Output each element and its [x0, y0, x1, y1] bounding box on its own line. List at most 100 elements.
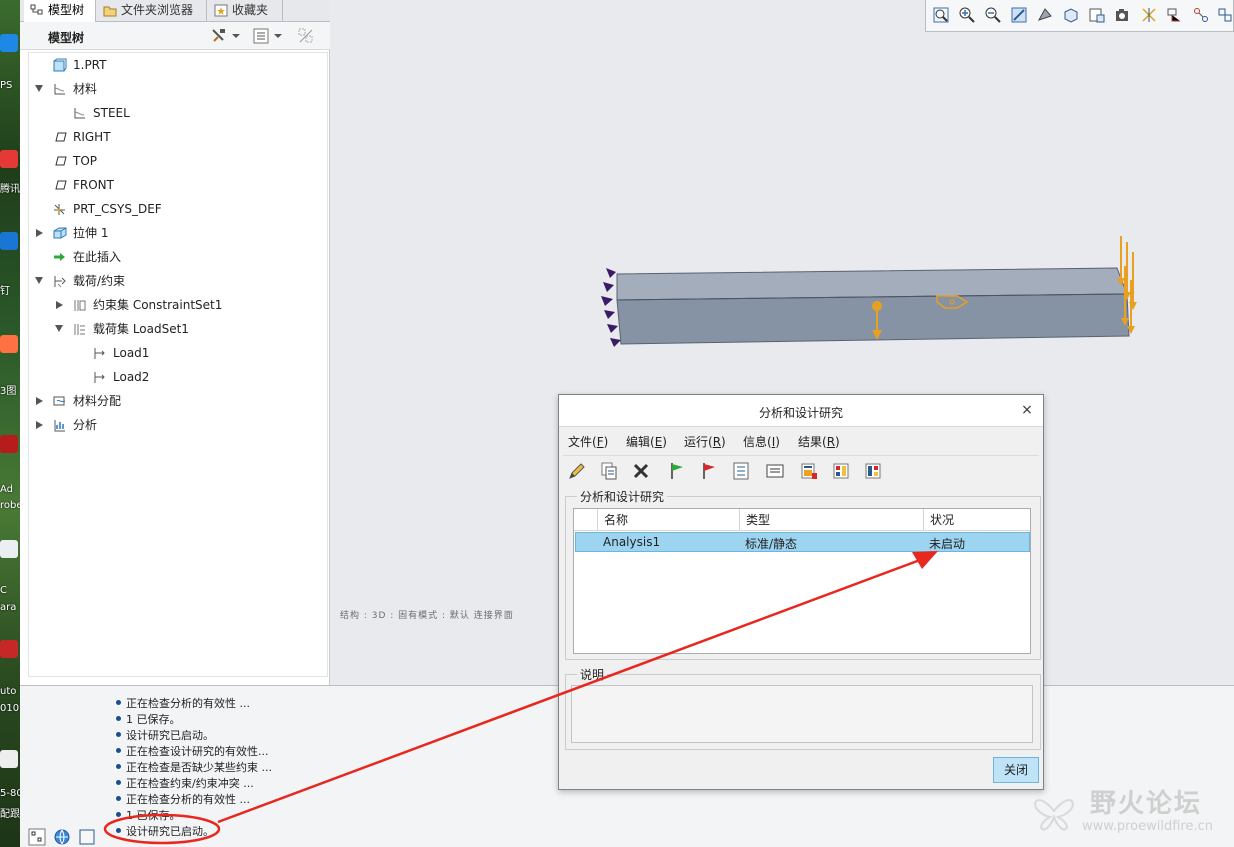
part-icon — [53, 58, 67, 72]
collapse-toggle-icon[interactable] — [36, 421, 43, 429]
table-row[interactable]: Analysis1 标准/静态 未启动 — [575, 532, 1030, 552]
tree-filter-disabled-icon[interactable] — [297, 27, 315, 45]
annotation-display-icon[interactable] — [1166, 6, 1184, 24]
chevron-down-icon[interactable] — [273, 27, 283, 45]
tree-node-label: RIGHT — [73, 130, 111, 144]
tree-node[interactable]: Load1 — [73, 343, 323, 363]
copy-icon[interactable] — [599, 461, 619, 481]
expand-toggle-icon[interactable] — [35, 85, 43, 92]
row-type: 标准/静态 — [745, 537, 798, 551]
tab-folder-browser[interactable]: 文件夹浏览器 — [97, 0, 207, 22]
start-run-flag-icon[interactable] — [667, 461, 687, 481]
loads-icon — [54, 276, 66, 288]
tree-node[interactable]: STEEL — [53, 103, 323, 123]
tree-node[interactable]: Load2 — [73, 367, 323, 387]
delete-icon[interactable] — [631, 461, 651, 481]
stop-run-flag-icon[interactable] — [699, 461, 719, 481]
tree-settings-icon[interactable] — [210, 27, 228, 45]
menu-file[interactable]: 文件(F) — [568, 433, 608, 450]
show-filter-icon[interactable] — [252, 27, 270, 45]
desktop-icon[interactable] — [0, 540, 18, 558]
datum-plane-icon — [55, 156, 67, 166]
butterfly-logo-icon — [1034, 799, 1074, 831]
menu-edit[interactable]: 编辑(E) — [626, 433, 667, 450]
column-header-name[interactable]: 名称 — [598, 509, 740, 531]
tree-node-label: 在此插入 — [73, 250, 122, 264]
desktop-icon[interactable] — [0, 150, 18, 168]
zoom-out-icon[interactable] — [984, 6, 1002, 24]
tree-node[interactable]: TOP — [33, 151, 323, 171]
menu-info[interactable]: 信息(I) — [743, 433, 780, 450]
message-line: 正在检查约束/约束冲突 ... — [116, 777, 254, 790]
desktop-icon[interactable] — [0, 435, 18, 453]
navigator-panel: 模型树 文件夹浏览器 收藏夹 模型树 1.PRT 材料 STEEL RIGHT TOP F… — [20, 0, 330, 685]
results-icon[interactable] — [799, 461, 819, 481]
chevron-down-icon[interactable] — [231, 27, 241, 45]
description-label: 说明 — [577, 666, 608, 683]
tree-node[interactable]: 材料分配 — [33, 391, 323, 411]
message-line: 1 已保存。 — [116, 809, 181, 822]
navigator-tabs: 模型树 文件夹浏览器 收藏夹 — [20, 0, 330, 23]
checklist-icon[interactable] — [731, 461, 751, 481]
row-name: Analysis1 — [603, 535, 661, 549]
tree-node-label: 材料 — [73, 82, 98, 96]
column-header-type[interactable]: 类型 — [740, 509, 924, 531]
collapse-toggle-icon[interactable] — [36, 397, 43, 405]
browser-toggle-icon[interactable] — [53, 828, 71, 846]
close-icon[interactable]: × — [1019, 402, 1035, 418]
dialog-titlebar[interactable]: 分析和设计研究 × — [559, 395, 1043, 427]
edit-pencil-icon[interactable] — [567, 461, 587, 481]
collapse-toggle-icon[interactable] — [36, 229, 43, 237]
tree-node[interactable]: RIGHT — [33, 127, 323, 147]
desktop-icon[interactable] — [0, 335, 18, 353]
constraint-set-icon — [74, 300, 86, 311]
results-settings-icon[interactable] — [831, 461, 851, 481]
tree-node[interactable]: 分析 — [33, 415, 323, 435]
description-field[interactable] — [571, 685, 1033, 743]
tree-node[interactable]: 约束集 ConstraintSet1 — [53, 295, 323, 315]
close-button[interactable]: 关闭 — [993, 757, 1039, 783]
desktop-icon[interactable] — [0, 232, 18, 250]
tree-node-label: Load2 — [113, 370, 150, 384]
full-screen-icon[interactable] — [78, 828, 96, 846]
datum-display-icon[interactable] — [1140, 6, 1158, 24]
datum-plane-icon — [55, 180, 67, 190]
menu-results[interactable]: 结果(R) — [798, 433, 840, 450]
tree-node[interactable]: 载荷集 LoadSet1 — [53, 319, 323, 339]
desktop-icon[interactable] — [0, 640, 18, 658]
display-style-icon[interactable] — [1036, 6, 1054, 24]
column-header-status[interactable]: 状况 — [924, 509, 1030, 531]
csys-display-icon[interactable] — [1216, 6, 1234, 24]
tree-node[interactable]: PRT_CSYS_DEF — [33, 199, 323, 219]
watermark-url: www.proewildfire.cn — [1082, 819, 1213, 834]
tree-node[interactable]: 拉伸 1 — [33, 223, 323, 243]
status-display-icon[interactable] — [765, 461, 785, 481]
tree-node[interactable]: 材料 — [33, 79, 323, 99]
menu-key: R — [826, 435, 836, 449]
tree-node[interactable]: 1.PRT — [33, 55, 323, 75]
tree-node[interactable]: 在此插入 — [33, 247, 323, 267]
expand-toggle-icon[interactable] — [35, 277, 43, 284]
tab-favorites[interactable]: 收藏夹 — [208, 0, 283, 22]
desktop-icon[interactable] — [0, 34, 18, 52]
spin-center-icon[interactable] — [1192, 6, 1210, 24]
view-manager-icon[interactable] — [1088, 6, 1106, 24]
menu-label: 信息 — [743, 435, 768, 449]
expand-toggle-icon[interactable] — [55, 325, 63, 332]
tab-model-tree[interactable]: 模型树 — [24, 0, 96, 23]
menu-key: E — [654, 435, 663, 449]
saved-orientations-icon[interactable] — [1062, 6, 1080, 24]
repaint-icon[interactable] — [1010, 6, 1028, 24]
results-compare-icon[interactable] — [863, 461, 883, 481]
refit-icon[interactable] — [932, 6, 950, 24]
menu-run[interactable]: 运行(R) — [684, 433, 726, 450]
model-tree-toggle-icon[interactable] — [28, 828, 46, 846]
collapse-toggle-icon[interactable] — [56, 301, 63, 309]
tree-node[interactable]: FRONT — [33, 175, 323, 195]
desktop-icon[interactable] — [0, 750, 18, 768]
tree-node[interactable]: 载荷/约束 — [33, 271, 323, 291]
zoom-in-icon[interactable] — [958, 6, 976, 24]
csys-icon — [54, 204, 65, 215]
watermark-title: 野火论坛 — [1090, 789, 1203, 819]
perspective-icon[interactable] — [1114, 6, 1132, 24]
